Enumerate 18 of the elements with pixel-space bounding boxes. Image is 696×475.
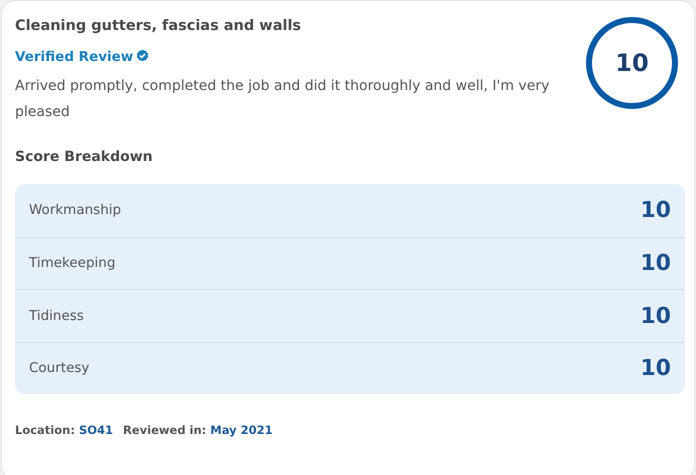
verified-badge-icon <box>136 48 150 62</box>
location-label: Location: <box>15 422 75 440</box>
breakdown-heading: Score Breakdown <box>15 148 154 168</box>
score-category: Courtesy <box>29 359 90 378</box>
reviewed-label: Reviewed in: <box>123 422 206 440</box>
reviewed-date: May 2021 <box>210 422 273 440</box>
score-category: Tidiness <box>29 306 84 326</box>
score-category: Timekeeping <box>29 254 116 274</box>
location-value: SO41 <box>78 422 113 440</box>
category-score: 10 <box>640 250 671 278</box>
score-category: Workmanship <box>29 201 122 220</box>
category-score: 10 <box>640 302 671 330</box>
category-score: 10 <box>640 197 671 225</box>
review-text: Arrived promptly, completed the job and did it thoroughly and well, I'm very pleased <box>15 77 550 122</box>
verified-review-link[interactable]: Verified Review <box>15 47 134 68</box>
review-title: Cleaning gutters, fascias and walls <box>15 17 302 36</box>
overall-score: 10 <box>586 17 678 109</box>
category-score: 10 <box>640 355 671 383</box>
